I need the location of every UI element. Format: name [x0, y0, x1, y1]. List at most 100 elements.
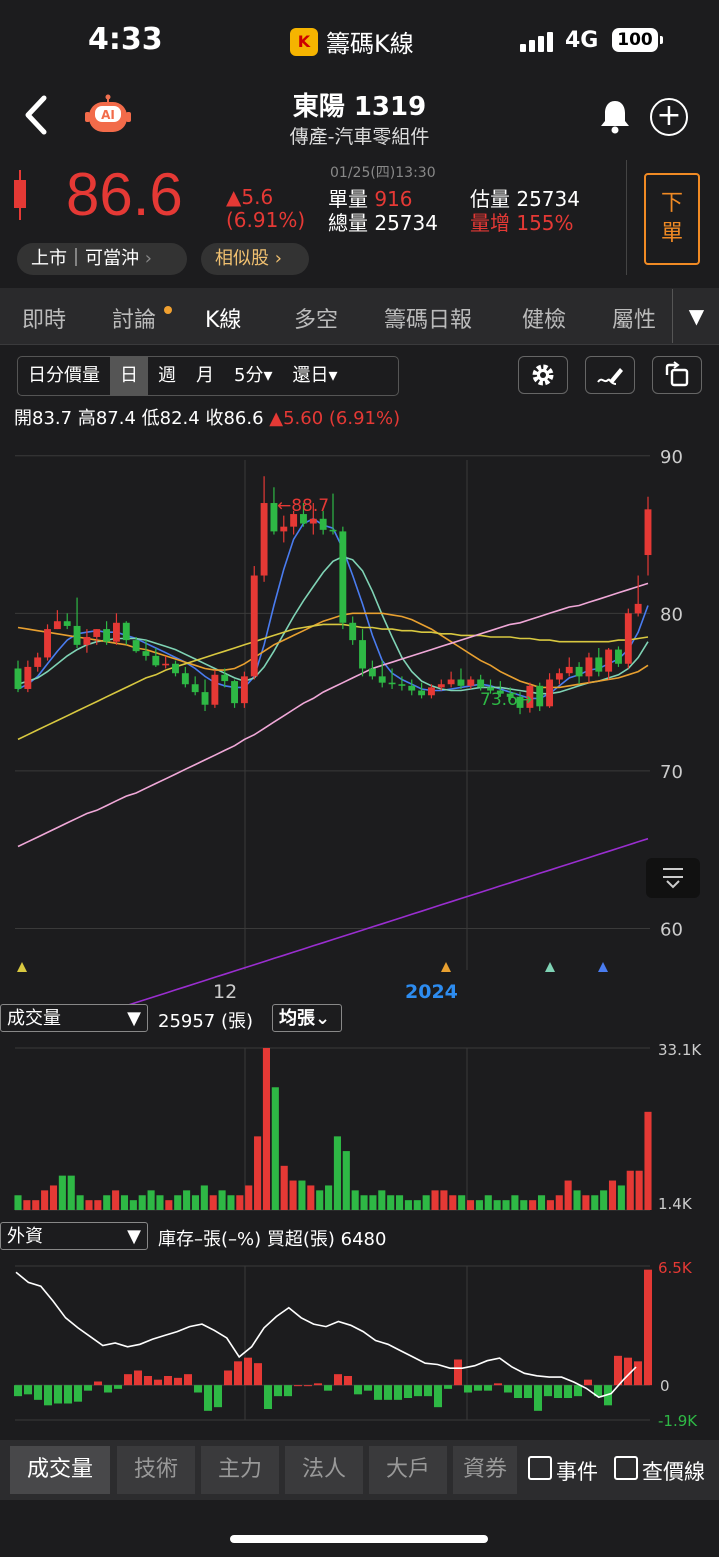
volume-bar	[298, 1180, 306, 1210]
volume-selector[interactable]: 成交量 ▼	[0, 1004, 148, 1032]
foreign-net-bar	[284, 1385, 292, 1397]
tab-long-short[interactable]: 多空	[294, 302, 338, 334]
caret-down-icon: ▼	[127, 1008, 141, 1029]
volume-bar	[404, 1200, 412, 1210]
market-badge[interactable]: 上市｜可當沖 ›	[17, 243, 187, 275]
place-order-button[interactable]: 下 單	[644, 173, 700, 265]
period-week[interactable]: 週	[148, 357, 186, 395]
close-value: 86.6	[223, 408, 264, 429]
volume-selector-label: 成交量	[7, 1008, 61, 1029]
period-5min[interactable]: 5分▾	[224, 357, 283, 395]
more-tabs-button[interactable]: ▼	[672, 289, 719, 343]
candle-body	[280, 526, 288, 532]
foreign-net-bar	[364, 1385, 372, 1391]
bottom-tab-institutional[interactable]: 法人	[285, 1446, 363, 1494]
bottom-tab-volume[interactable]: 成交量	[10, 1446, 110, 1494]
volume-bar	[396, 1195, 404, 1210]
foreign-net-bar	[24, 1385, 32, 1395]
foreign-net-bar	[144, 1376, 152, 1386]
events-checkbox[interactable]	[528, 1456, 552, 1480]
foreign-net-bar	[294, 1385, 302, 1387]
volume-chart[interactable]: 33.1K 1.4K	[0, 1034, 719, 1220]
y-tick-label: 70	[660, 762, 683, 783]
foreign-chart[interactable]: 6.5K 0 -1.9K	[0, 1250, 719, 1436]
price-line-checkbox[interactable]	[614, 1456, 638, 1480]
foreign-net-bar	[494, 1383, 502, 1386]
volume-bar	[280, 1165, 288, 1210]
candle-body	[447, 679, 455, 685]
candle-body	[634, 603, 642, 614]
foreign-net-bar	[414, 1385, 422, 1397]
kline-chart[interactable]: 90 80 70 60 ←88.7 73.6→ 12 2024	[0, 440, 719, 1005]
volume-bar	[245, 1185, 253, 1210]
volume-bar	[466, 1200, 475, 1210]
tab-health-check[interactable]: 健檢	[522, 302, 566, 334]
candle-body	[546, 679, 554, 707]
gear-icon	[532, 364, 554, 386]
similar-stocks-button[interactable]: 相似股 ›	[201, 243, 309, 275]
alert-button[interactable]	[598, 98, 632, 134]
rotate-screen-button[interactable]	[652, 356, 702, 394]
x-axis-label: 12	[213, 981, 237, 1003]
tab-realtime[interactable]: 即時	[22, 302, 66, 334]
draw-button[interactable]	[585, 356, 635, 394]
foreign-net-bar	[484, 1385, 492, 1391]
foreign-selector[interactable]: 外資 ▼	[0, 1222, 148, 1250]
volume-bar	[546, 1200, 554, 1210]
similar-stocks-label: 相似股	[215, 248, 269, 269]
market-badge-label: 上市｜可當沖	[31, 248, 139, 269]
volume-bar	[271, 1087, 279, 1210]
foreign-net-bar	[344, 1376, 352, 1386]
foreign-net-bar	[84, 1385, 92, 1391]
bottom-tab-technical[interactable]: 技術	[117, 1446, 195, 1494]
foreign-net-bar	[54, 1385, 62, 1404]
bottom-tab-main-force[interactable]: 主力	[201, 1446, 279, 1494]
chevron-right-icon: ›	[144, 248, 152, 269]
period-day[interactable]: 日	[110, 357, 148, 395]
period-month[interactable]: 月	[186, 357, 224, 395]
y-tick-label: 80	[660, 604, 683, 625]
foreign-net-bar	[534, 1385, 542, 1411]
scale-toggle-button[interactable]	[646, 858, 700, 898]
foreign-net-bar	[214, 1385, 222, 1408]
volume-bar	[484, 1195, 492, 1210]
chevron-down-icon: ⌄	[315, 1008, 331, 1029]
foreign-net-bar	[614, 1355, 622, 1386]
foreign-net-bar	[504, 1385, 512, 1393]
add-watchlist-button[interactable]: +	[650, 98, 688, 136]
volume-bar	[387, 1195, 395, 1210]
total-volume: 總量 25734	[328, 207, 438, 236]
avg-volume-button[interactable]: 均張⌄	[272, 1004, 342, 1032]
volume-bar	[582, 1195, 590, 1210]
low-annotation: 73.6→	[480, 690, 532, 710]
settings-button[interactable]	[518, 356, 568, 394]
battery-tip	[660, 36, 663, 44]
foreign-net-bar	[584, 1379, 592, 1386]
foreign-net-bar	[384, 1385, 392, 1400]
signal-icon	[520, 32, 553, 52]
volume-info: 25957 (張)	[158, 1011, 254, 1032]
bottom-tab-major-holders[interactable]: 大戶	[369, 1446, 447, 1494]
order-label-2: 單	[660, 221, 683, 246]
ma-cross-marker	[17, 962, 27, 972]
volume-increase-value: 155%	[516, 211, 574, 235]
bottom-tab-margin[interactable]: 資券	[453, 1446, 517, 1494]
period-intraday[interactable]: 日分價量	[18, 357, 110, 395]
y-tick-label: 0	[660, 1377, 670, 1395]
candle-icon	[14, 170, 26, 220]
bell-icon	[601, 101, 629, 134]
volume-bar	[200, 1185, 208, 1210]
tab-chip-daily[interactable]: 籌碼日報	[384, 302, 472, 334]
tab-kline[interactable]: K線	[205, 302, 241, 334]
candle-body	[427, 687, 435, 696]
tab-attributes[interactable]: 屬性	[612, 302, 656, 334]
tab-discussion[interactable]: 討論	[112, 302, 156, 334]
candle-body	[467, 679, 475, 686]
foreign-net-bar	[154, 1379, 162, 1386]
volume-bar	[529, 1200, 537, 1210]
low-value: 82.4	[159, 408, 200, 429]
candle-body	[309, 518, 317, 524]
notification-dot	[164, 306, 172, 314]
period-adjust[interactable]: 還日▾	[283, 357, 348, 395]
volume-bar	[85, 1200, 93, 1210]
